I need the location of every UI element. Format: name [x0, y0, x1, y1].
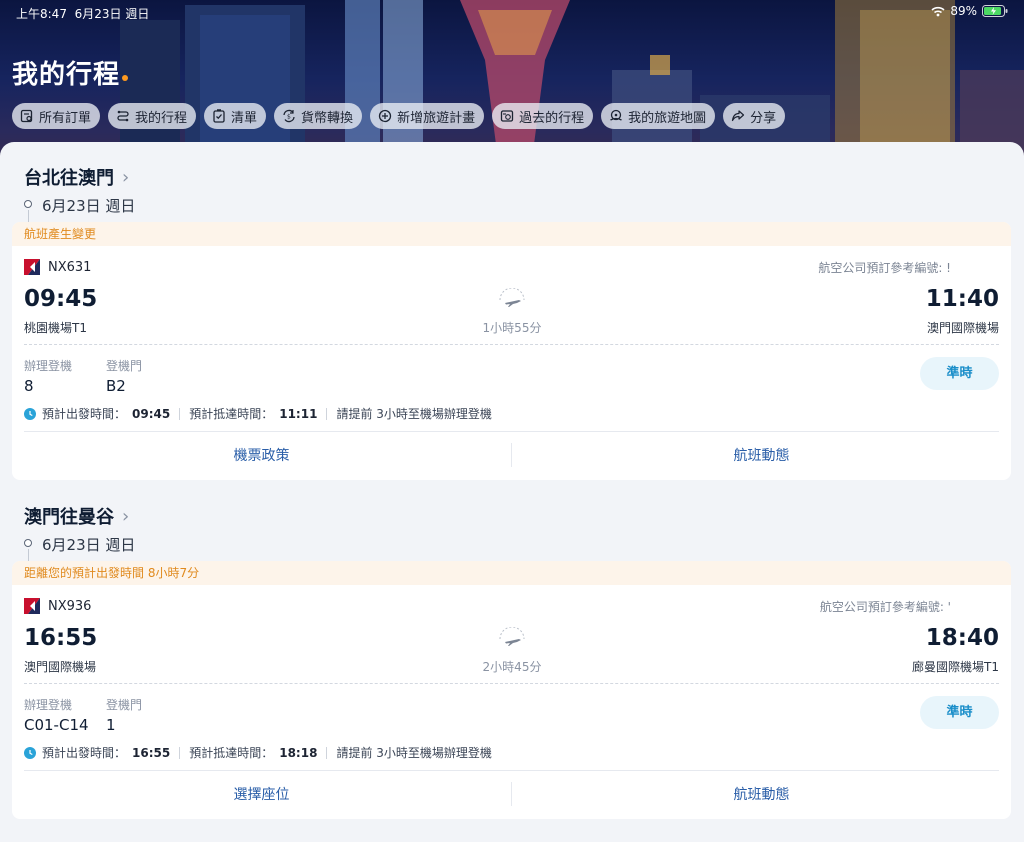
history-icon	[500, 110, 514, 122]
flight-duration: 2小時45分	[482, 660, 542, 674]
trip-date: 6月23日 週日	[42, 536, 136, 554]
airplane-icon	[499, 627, 525, 646]
divider	[24, 770, 999, 771]
on-time-status-badge[interactable]: 準時	[920, 696, 999, 729]
gate-number: B2	[106, 377, 126, 395]
share-icon	[732, 110, 745, 122]
chip-all-orders[interactable]: 所有訂單	[12, 103, 101, 129]
checkin-advice: 請提前 3小時至機場辦理登機	[336, 407, 492, 421]
battery-charging-icon	[982, 5, 1008, 17]
chip-checklist[interactable]: 清單	[204, 103, 267, 129]
ticket-policy-button[interactable]: 機票政策	[12, 445, 511, 465]
airline-logo-icon	[24, 259, 40, 275]
flight-status-button[interactable]: 航班動態	[512, 445, 1011, 465]
chevron-right-icon: ›	[122, 505, 130, 527]
flight-card[interactable]: 航班產生變更 NX631 航空公司預訂參考編號: ! 09:45 11:40 桃…	[12, 222, 1011, 480]
clock-icon	[24, 746, 36, 759]
gate-label: 登機門	[106, 359, 143, 373]
schedule-info: 預計出發時間： 09:45 預計抵達時間： 11:11 請提前 3小時至機場辦理登機	[24, 405, 492, 422]
add-circle-icon	[378, 109, 392, 123]
airline-info: NX631	[24, 259, 91, 275]
departure-time: 09:45	[24, 286, 98, 312]
separator	[179, 407, 181, 420]
timeline-dot	[24, 539, 32, 547]
status-time: 上午8:47 6月23日 週日	[16, 7, 150, 21]
flight-status-button[interactable]: 航班動態	[512, 784, 1011, 804]
checklist-icon	[213, 109, 225, 123]
map-icon	[610, 109, 622, 121]
page-title: 我的行程	[12, 54, 129, 91]
booking-reference: 航空公司預訂參考編號: !	[818, 261, 951, 275]
separator	[326, 407, 328, 420]
flight-notice: 航班產生變更	[12, 222, 1011, 246]
select-seat-button[interactable]: 選擇座位	[12, 784, 511, 804]
timeline-line	[28, 210, 29, 222]
chip-add-travel-plan[interactable]: 新增旅遊計畫	[370, 103, 485, 129]
chip-past-trips[interactable]: 過去的行程	[492, 103, 594, 129]
flight-duration: 1小時55分	[482, 321, 542, 335]
trip-icon	[117, 110, 129, 122]
timeline-dot	[24, 200, 32, 208]
checkin-counter: C01-C14	[24, 716, 89, 734]
orders-icon	[20, 109, 33, 123]
flight-number: NX631	[48, 259, 92, 275]
checkin-advice: 請提前 3小時至機場辦理登機	[336, 746, 492, 760]
gate-label: 登機門	[106, 698, 143, 712]
trip-route-title[interactable]: 台北往澳門 ›	[24, 164, 129, 190]
divider	[24, 431, 999, 432]
divider	[24, 344, 999, 345]
divider	[24, 683, 999, 684]
chip-travel-map[interactable]: 我的旅遊地圖	[601, 103, 716, 129]
separator	[326, 746, 328, 759]
on-time-status-badge[interactable]: 準時	[920, 357, 999, 390]
airline-logo-icon	[24, 598, 40, 614]
trips-sheet: 台北往澳門 › 6月23日 週日 航班產生變更 NX631 航空公司預訂參考編號…	[0, 142, 1024, 842]
chip-currency-converter[interactable]: $ 貨幣轉換	[274, 103, 363, 129]
chevron-right-icon: ›	[122, 166, 130, 188]
chip-my-trips[interactable]: 我的行程	[108, 103, 197, 129]
chip-share[interactable]: 分享	[723, 103, 786, 129]
flight-card[interactable]: 距離您的預計出發時間 8小時7分 NX936 航空公司預訂參考編號: ' 16:…	[12, 561, 1011, 819]
departure-time: 16:55	[24, 625, 98, 651]
quick-action-bar: 所有訂單 我的行程 清單 $ 貨幣轉換 新增旅遊計畫 過去的行程 我的旅遊地圖	[12, 103, 786, 129]
estimated-departure: 16:55	[132, 745, 171, 760]
checkin-label: 辦理登機	[24, 359, 73, 373]
status-indicators: 89%	[931, 4, 1008, 18]
arrival-time: 11:40	[925, 286, 999, 312]
separator	[179, 746, 181, 759]
status-bar: 上午8:47 6月23日 週日 89%	[0, 0, 1024, 24]
arrival-time: 18:40	[925, 625, 999, 651]
airplane-icon	[499, 288, 525, 307]
gate-number: 1	[106, 716, 116, 734]
timeline-line	[28, 549, 29, 561]
estimated-departure: 09:45	[132, 406, 171, 421]
flight-notice: 距離您的預計出發時間 8小時7分	[12, 561, 1011, 585]
currency-icon: $	[283, 109, 295, 123]
flight-number: NX936	[48, 598, 92, 614]
estimated-arrival: 18:18	[279, 745, 318, 760]
title-accent-dot	[122, 75, 129, 81]
checkin-counter: 8	[24, 377, 34, 395]
trip-date: 6月23日 週日	[42, 197, 136, 215]
checkin-label: 辦理登機	[24, 698, 73, 712]
wifi-icon	[931, 6, 945, 16]
arrival-airport: 澳門國際機場	[926, 321, 999, 335]
estimated-arrival: 11:11	[279, 406, 318, 421]
battery-percent: 89%	[950, 4, 977, 18]
schedule-info: 預計出發時間： 16:55 預計抵達時間： 18:18 請提前 3小時至機場辦理登機	[24, 744, 492, 761]
airline-info: NX936	[24, 598, 91, 614]
arrival-airport: 廊曼國際機場T1	[912, 660, 999, 674]
departure-airport: 桃園機場T1	[24, 321, 87, 335]
svg-text:$: $	[287, 114, 291, 121]
trip-route-title[interactable]: 澳門往曼谷 ›	[24, 503, 129, 529]
booking-reference: 航空公司預訂參考編號: '	[819, 600, 951, 614]
departure-airport: 澳門國際機場	[24, 660, 97, 674]
clock-icon	[24, 407, 36, 420]
